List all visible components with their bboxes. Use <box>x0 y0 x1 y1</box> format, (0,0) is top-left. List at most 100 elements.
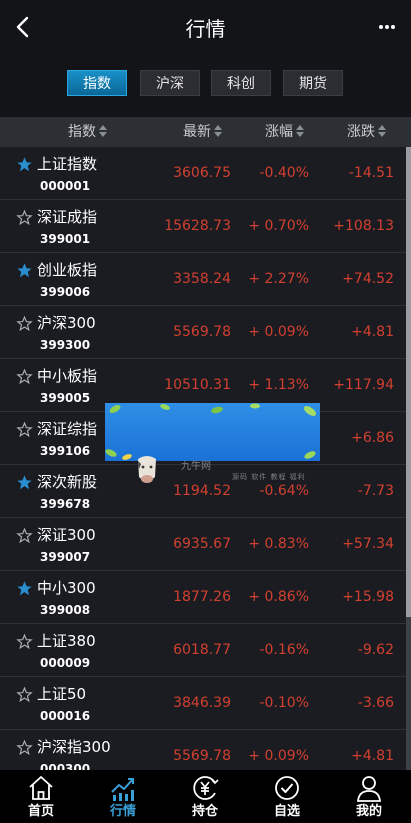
change-percent: + 0.83% <box>248 536 309 552</box>
change-percent: + 0.09% <box>248 324 309 340</box>
index-name: 上证指数 <box>37 155 98 173</box>
market-chart-icon <box>111 778 134 801</box>
star-filled-icon[interactable] <box>16 474 33 491</box>
change-amount: +4.81 <box>351 324 394 340</box>
star-outline-icon[interactable] <box>16 421 33 438</box>
change-amount: -14.51 <box>348 165 394 181</box>
sort-icon <box>296 125 304 137</box>
change-percent: -0.16% <box>259 642 309 658</box>
table-row[interactable]: 上证指数 000001 3606.75 -0.40% -14.51 <box>0 147 406 200</box>
change-amount: -7.73 <box>357 483 394 499</box>
latest-price: 3846.39 <box>173 695 231 711</box>
column-header-change[interactable]: 涨跌 <box>347 117 386 147</box>
tab-profile[interactable]: 我的 <box>328 770 410 823</box>
more-dots-icon[interactable] <box>373 14 401 40</box>
change-amount: +57.34 <box>342 536 394 552</box>
table-row[interactable]: 创业板指 399006 3358.24 + 2.27% +74.52 <box>0 253 406 306</box>
index-code: 000016 <box>40 709 91 723</box>
index-name: 中小300 <box>37 579 96 597</box>
star-filled-icon[interactable] <box>16 262 33 279</box>
segment-futures[interactable]: 期货 <box>283 70 343 96</box>
star-outline-icon[interactable] <box>16 633 33 650</box>
star-filled-icon[interactable] <box>16 156 33 173</box>
index-name: 创业板指 <box>37 261 98 279</box>
latest-price: 6935.67 <box>173 536 231 552</box>
change-percent: -0.40% <box>259 165 309 181</box>
top-bar: 行情 <box>0 0 411 55</box>
tab-positions[interactable]: 持仓 <box>164 770 246 823</box>
segment-bar: 指数 沪深 科创 期货 <box>0 55 411 117</box>
index-code: 399001 <box>40 232 91 246</box>
index-code: 399300 <box>40 338 91 352</box>
sort-icon <box>214 125 222 137</box>
index-code: 000009 <box>40 656 91 670</box>
column-header-change-pct[interactable]: 涨幅 <box>265 117 304 147</box>
index-name: 沪深300 <box>37 314 96 332</box>
table-header: 指数 最新 涨幅 涨跌 <box>0 117 411 147</box>
table-row[interactable]: 上证50 000016 3846.39 -0.10% -3.66 <box>0 677 406 730</box>
table-row[interactable]: 深证300 399007 6935.67 + 0.83% +57.34 <box>0 518 406 571</box>
ad-banner[interactable] <box>105 403 320 461</box>
index-code: 399678 <box>40 497 91 511</box>
segment-shanghai-shenzhen[interactable]: 沪深 <box>140 70 200 96</box>
star-filled-icon[interactable] <box>16 580 33 597</box>
table-row[interactable]: 沪深300 399300 5569.78 + 0.09% +4.81 <box>0 306 406 359</box>
change-amount: +117.94 <box>333 377 394 393</box>
change-amount: +108.13 <box>333 218 394 234</box>
latest-price: 5569.78 <box>173 324 231 340</box>
index-code: 000001 <box>40 179 91 193</box>
tab-market[interactable]: 行情 <box>82 770 164 823</box>
index-code: 399007 <box>40 550 91 564</box>
user-icon <box>357 776 381 802</box>
latest-price: 1877.26 <box>173 589 231 605</box>
index-name: 深证成指 <box>37 208 98 226</box>
segment-star-market[interactable]: 科创 <box>211 70 271 96</box>
index-name: 深证综指 <box>37 420 98 438</box>
change-amount: -9.62 <box>357 642 394 658</box>
bottom-tab-bar: 首页 行情 持仓 自选 我的 <box>0 770 411 823</box>
yuan-position-icon <box>193 776 219 800</box>
home-icon <box>29 776 53 800</box>
table-row[interactable]: 深次新股 399678 1194.52 -0.64% -7.73 <box>0 465 406 518</box>
change-percent: -0.10% <box>259 695 309 711</box>
index-code: 399006 <box>40 285 91 299</box>
column-header-latest[interactable]: 最新 <box>183 117 222 147</box>
index-name: 深次新股 <box>37 473 98 491</box>
latest-price: 15628.73 <box>164 218 231 234</box>
star-outline-icon[interactable] <box>16 686 33 703</box>
segment-index[interactable]: 指数 <box>67 70 127 96</box>
page-title: 行情 <box>185 17 226 41</box>
cow-mascot-icon <box>138 456 156 483</box>
star-outline-icon[interactable] <box>16 527 33 544</box>
index-code: 399005 <box>40 391 91 405</box>
change-amount: +15.98 <box>342 589 394 605</box>
index-name: 沪深指300 <box>37 738 111 756</box>
leaf-pattern-icon <box>105 403 317 460</box>
ad-tagline: 源码 软件 教程 福利 <box>232 473 306 481</box>
change-percent: + 0.70% <box>248 218 309 234</box>
star-outline-icon[interactable] <box>16 209 33 226</box>
change-amount: +74.52 <box>342 271 394 287</box>
check-circle-icon <box>275 776 299 800</box>
index-name: 上证380 <box>37 632 96 650</box>
table-row[interactable]: 深证成指 399001 15628.73 + 0.70% +108.13 <box>0 200 406 253</box>
tab-label: 行情 <box>109 804 136 819</box>
change-percent: + 2.27% <box>248 271 309 287</box>
star-outline-icon[interactable] <box>16 315 33 332</box>
star-outline-icon[interactable] <box>16 739 33 756</box>
tab-label: 我的 <box>355 804 382 819</box>
column-header-index[interactable]: 指数 <box>68 117 107 147</box>
index-name: 中小板指 <box>37 367 98 385</box>
tab-home[interactable]: 首页 <box>0 770 82 823</box>
tab-watchlist[interactable]: 自选 <box>246 770 328 823</box>
index-name: 上证50 <box>37 685 87 703</box>
table-row[interactable]: 中小300 399008 1877.26 + 0.86% +15.98 <box>0 571 406 624</box>
star-outline-icon[interactable] <box>16 368 33 385</box>
table-row[interactable]: 上证380 000009 6018.77 -0.16% -9.62 <box>0 624 406 677</box>
latest-price: 1194.52 <box>173 483 231 499</box>
scrollbar-thumb[interactable] <box>406 147 411 617</box>
index-code: 399008 <box>40 603 91 617</box>
tab-label: 首页 <box>27 804 54 819</box>
tab-label: 持仓 <box>191 804 218 819</box>
sort-icon <box>378 125 386 137</box>
